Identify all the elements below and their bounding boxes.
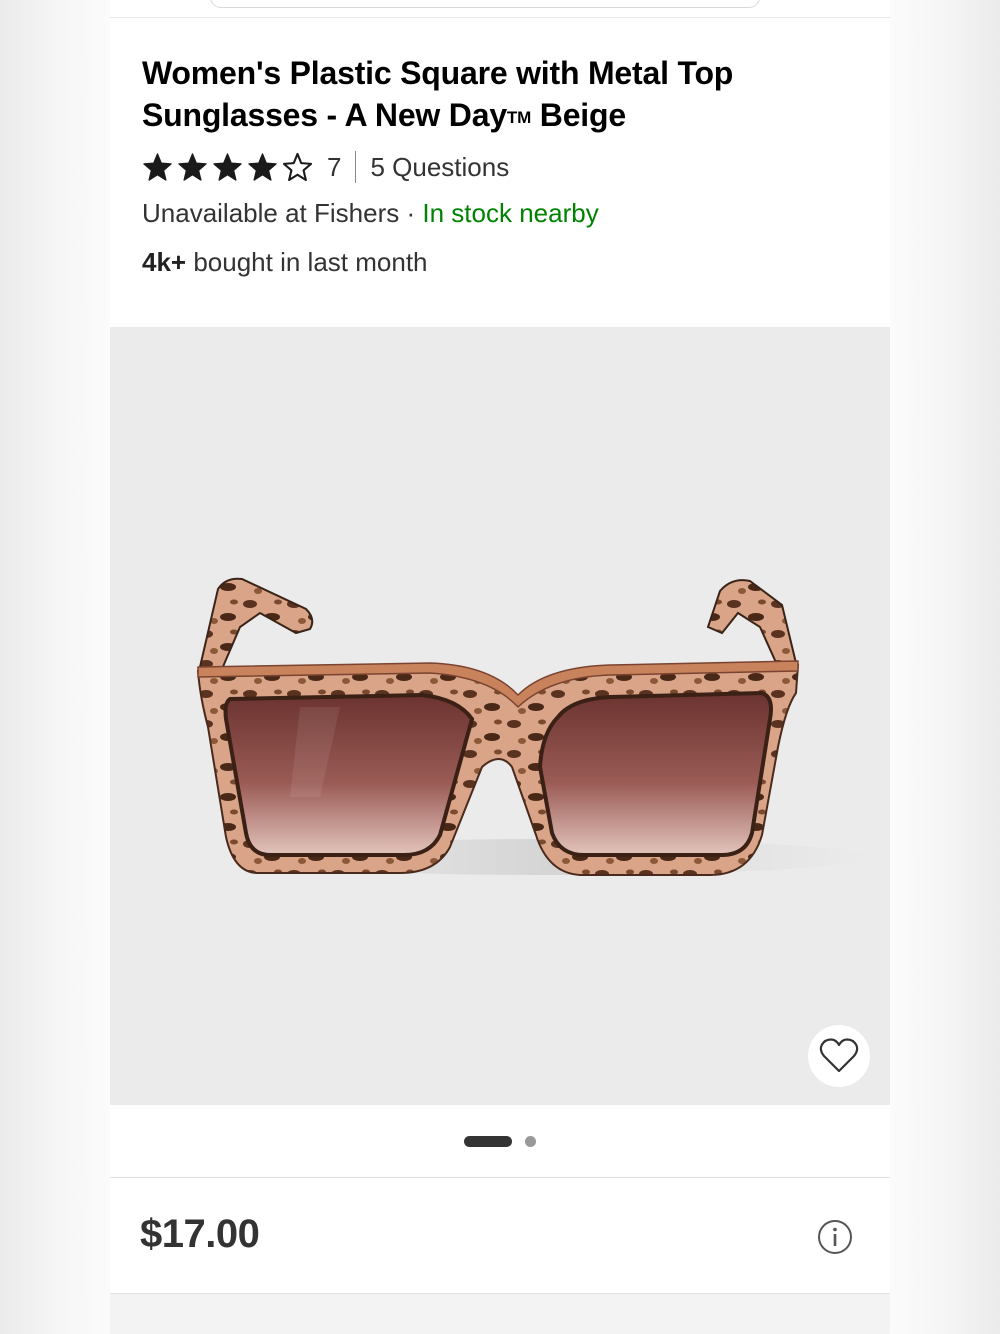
- price: $17.00: [140, 1212, 260, 1256]
- search-bar[interactable]: [210, 0, 760, 8]
- rating-count[interactable]: 7: [327, 152, 341, 183]
- trademark-mark: TM: [506, 108, 532, 127]
- price-info-button[interactable]: [817, 1219, 853, 1255]
- availability-separator: ·: [406, 198, 416, 228]
- bought-text: bought in last month: [193, 247, 428, 277]
- product-card: Women's Plastic Square with Metal Top Su…: [110, 0, 890, 1334]
- pagination-dot-active[interactable]: [464, 1136, 512, 1147]
- favorite-button[interactable]: [808, 1025, 870, 1087]
- info-icon: [818, 1220, 852, 1254]
- star-icon: [213, 152, 242, 181]
- availability-line: Unavailable at Fishers · In stock nearby: [142, 198, 599, 229]
- rating-divider: [355, 151, 357, 183]
- header-divider: [110, 17, 890, 18]
- star-icon: [143, 152, 172, 181]
- product-title: Women's Plastic Square with Metal Top Su…: [142, 52, 862, 139]
- heart-icon: [819, 1038, 859, 1073]
- star-icon: [248, 152, 277, 181]
- pagination-dot[interactable]: [525, 1136, 536, 1147]
- next-section: [110, 1293, 890, 1334]
- star-icon: [178, 152, 207, 181]
- questions-link[interactable]: 5 Questions: [370, 152, 509, 183]
- product-color: Beige: [539, 97, 626, 133]
- bought-count: 4k+: [142, 247, 187, 277]
- star-outline-icon: [282, 152, 313, 181]
- store-availability[interactable]: Unavailable at Fishers: [142, 198, 399, 228]
- product-image[interactable]: [110, 327, 890, 1105]
- star-rating[interactable]: [142, 152, 313, 183]
- sunglasses-image: [196, 577, 870, 876]
- rating-row: 7 5 Questions: [142, 150, 509, 184]
- bought-line: 4k+ bought in last month: [142, 247, 428, 278]
- image-pagination: [110, 1136, 890, 1148]
- in-stock-nearby-link[interactable]: In stock nearby: [422, 198, 598, 228]
- price-divider: [110, 1177, 890, 1178]
- product-title-text: Women's Plastic Square with Metal Top Su…: [142, 55, 734, 133]
